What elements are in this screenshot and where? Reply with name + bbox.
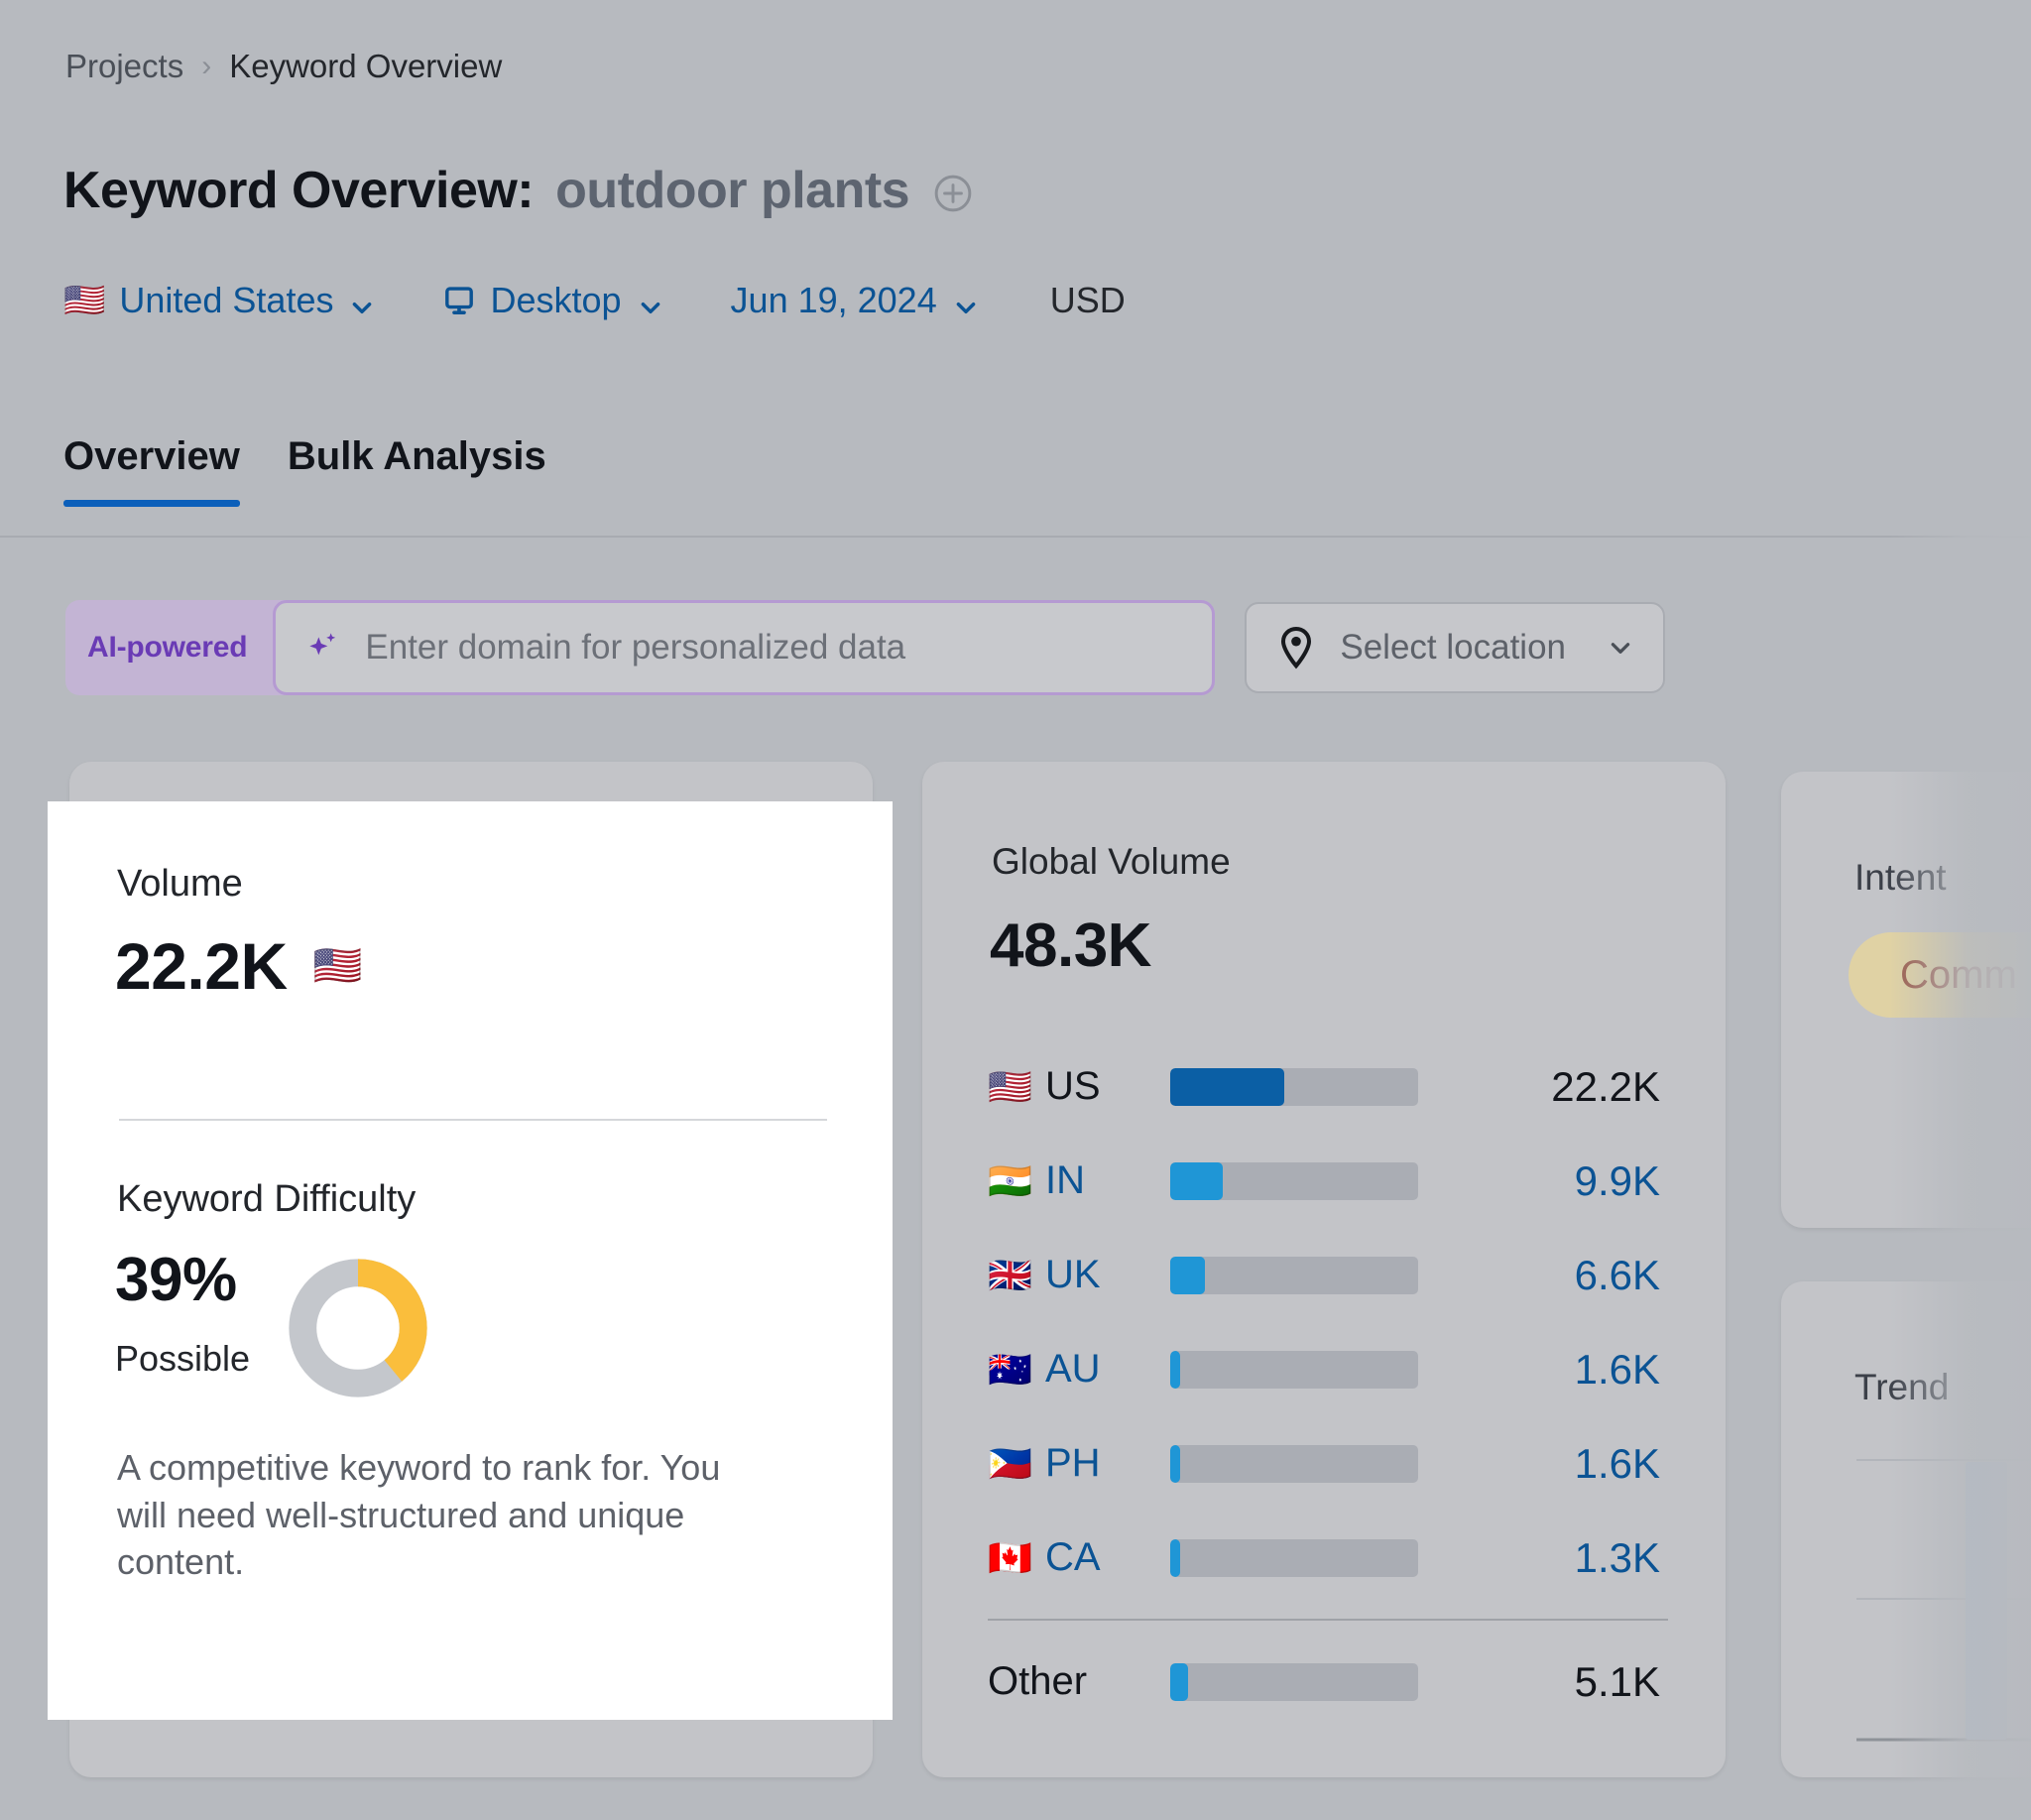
- page-title-label: Keyword Overview:: [63, 161, 534, 220]
- device-selector[interactable]: Desktop: [442, 280, 662, 321]
- currency-label: USD: [1050, 280, 1126, 321]
- monitor-icon: [442, 284, 476, 317]
- volume-value: 1.6K: [1418, 1346, 1668, 1394]
- global-volume-row[interactable]: 🇨🇦CA 1.3K: [988, 1511, 1668, 1605]
- page-title-keyword: outdoor plants: [555, 161, 909, 220]
- us-flag-icon: 🇺🇸: [313, 946, 362, 986]
- global-volume-total: 48.3K: [990, 910, 1151, 981]
- tab-bulk-analysis-label: Bulk Analysis: [288, 434, 546, 478]
- domain-input-placeholder: Enter domain for personalized data: [365, 628, 905, 667]
- intent-card-title: Intent: [1854, 857, 1947, 899]
- global-volume-row[interactable]: 🇬🇧UK 6.6K: [988, 1228, 1668, 1322]
- intent-badge: Comm: [1849, 932, 2031, 1018]
- country-flag-icon: 🇬🇧: [988, 1258, 1045, 1293]
- search-row: AI-powered Enter domain for personalized…: [65, 600, 1665, 695]
- volume-bar: [1170, 1257, 1418, 1294]
- sparkle-icon: [303, 628, 343, 667]
- keyword-difficulty-donut: [284, 1254, 432, 1407]
- plus-circle-icon[interactable]: [931, 169, 975, 212]
- volume-value: 22.2K: [115, 928, 288, 1004]
- country-code: PH: [1045, 1441, 1164, 1486]
- country-code: CA: [1045, 1535, 1164, 1580]
- global-volume-other-row[interactable]: Other 5.1K: [988, 1635, 1668, 1729]
- chevron-down-icon: [638, 288, 663, 313]
- country-code: US: [1045, 1064, 1164, 1109]
- keyword-difficulty-description: A competitive keyword to rank for. You w…: [117, 1444, 722, 1586]
- card-divider: [119, 1119, 827, 1121]
- global-volume-title: Global Volume: [992, 841, 1231, 883]
- breadcrumb: Projects › Keyword Overview: [65, 48, 502, 85]
- tab-bulk-analysis[interactable]: Bulk Analysis: [288, 434, 546, 507]
- global-volume-list: 🇺🇸US 22.2K 🇮🇳IN 9.9K 🇬🇧UK 6.6K 🇦🇺AU 1.6K 🇵🇭PH 1.6…: [988, 1039, 1668, 1729]
- location-select-placeholder: Select location: [1340, 628, 1566, 667]
- meta-row: 🇺🇸 United States Desktop Jun 19, 2024 US…: [63, 280, 1126, 321]
- breadcrumb-current: Keyword Overview: [229, 48, 502, 85]
- tab-overview[interactable]: Overview: [63, 434, 240, 507]
- country-flag-icon: 🇵🇭: [988, 1446, 1045, 1482]
- chevron-down-icon: [349, 288, 375, 313]
- global-volume-row[interactable]: 🇵🇭PH 1.6K: [988, 1416, 1668, 1511]
- tabs-divider: [0, 536, 2031, 538]
- volume-bar: [1170, 1445, 1418, 1483]
- location-select[interactable]: Select location: [1245, 602, 1665, 693]
- chevron-down-icon: [953, 288, 979, 313]
- trend-card: Trend: [1781, 1281, 2031, 1777]
- date-selector[interactable]: Jun 19, 2024: [731, 280, 979, 321]
- volume-value: 1.6K: [1418, 1440, 1668, 1488]
- country-flag-icon: 🇺🇸: [988, 1069, 1045, 1105]
- date-label: Jun 19, 2024: [731, 280, 937, 321]
- volume-value-row: 22.2K 🇺🇸: [115, 928, 362, 1004]
- chevron-right-icon: ›: [201, 50, 211, 83]
- spotlight-overlay: Volume 22.2K 🇺🇸 Keyword Difficulty 39% P…: [48, 801, 893, 1720]
- domain-input[interactable]: Enter domain for personalized data: [273, 600, 1215, 695]
- tab-overview-label: Overview: [63, 434, 240, 478]
- device-label: Desktop: [490, 280, 621, 321]
- volume-value: 9.9K: [1418, 1157, 1668, 1205]
- volume-bar: [1170, 1663, 1418, 1701]
- country-code: AU: [1045, 1347, 1164, 1392]
- map-pin-icon: [1276, 626, 1316, 669]
- keyword-difficulty-status: Possible: [115, 1338, 250, 1380]
- volume-value: 22.2K: [1418, 1063, 1668, 1111]
- volume-label: Volume: [117, 863, 243, 906]
- tab-bar: Overview Bulk Analysis: [63, 434, 546, 507]
- country-flag-icon: 🇨🇦: [988, 1540, 1045, 1576]
- volume-value: 1.3K: [1418, 1534, 1668, 1582]
- volume-bar: [1170, 1068, 1418, 1106]
- ai-powered-badge: AI-powered: [87, 631, 273, 665]
- country-code: IN: [1045, 1158, 1164, 1203]
- global-volume-row[interactable]: 🇮🇳IN 9.9K: [988, 1134, 1668, 1228]
- ai-domain-group: AI-powered Enter domain for personalized…: [65, 600, 1215, 695]
- volume-bar: [1170, 1162, 1418, 1200]
- keyword-difficulty-percent: 39%: [115, 1248, 250, 1312]
- country-label: United States: [119, 280, 333, 321]
- country-code: UK: [1045, 1253, 1164, 1297]
- keyword-difficulty-body: 39% Possible: [115, 1248, 432, 1407]
- keyword-difficulty-label: Keyword Difficulty: [117, 1178, 416, 1221]
- volume-bar: [1170, 1539, 1418, 1577]
- intent-card: Intent Comm: [1781, 772, 2031, 1228]
- country-code: Other: [988, 1659, 1164, 1704]
- country-flag-icon: 🇮🇳: [988, 1163, 1045, 1199]
- country-flag-icon: 🇦🇺: [988, 1352, 1045, 1388]
- chevron-down-icon: [1608, 635, 1633, 661]
- global-volume-row[interactable]: 🇦🇺AU 1.6K: [988, 1322, 1668, 1416]
- trend-card-title: Trend: [1854, 1367, 1949, 1408]
- global-volume-card: Global Volume 48.3K 🇺🇸US 22.2K 🇮🇳IN 9.9K 🇬🇧U…: [922, 762, 1726, 1777]
- country-selector[interactable]: 🇺🇸 United States: [63, 280, 375, 321]
- page-title: Keyword Overview: outdoor plants: [63, 161, 975, 220]
- volume-value: 5.1K: [1418, 1658, 1668, 1706]
- list-divider: [988, 1619, 1668, 1621]
- global-volume-row[interactable]: 🇺🇸US 22.2K: [988, 1039, 1668, 1134]
- volume-value: 6.6K: [1418, 1252, 1668, 1299]
- volume-bar: [1170, 1351, 1418, 1389]
- trend-bar-chart: [1847, 1450, 2031, 1748]
- us-flag-icon: 🇺🇸: [63, 284, 105, 317]
- breadcrumb-root[interactable]: Projects: [65, 48, 183, 85]
